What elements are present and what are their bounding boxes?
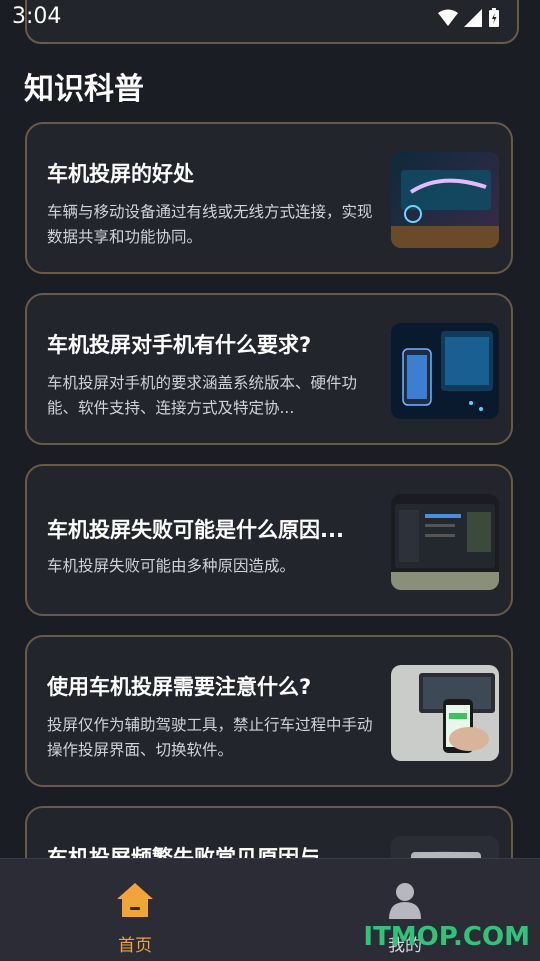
article-card[interactable]: 车机投屏失败可能是什么原因... 车机投屏失败可能由多种原因造成。 (25, 464, 513, 616)
watermark: ITMOP.COM (363, 922, 530, 952)
card-thumbnail (391, 323, 499, 419)
card-description: 车辆与移动设备通过有线或无线方式连接，实现数据共享和功能协同。 (47, 203, 373, 246)
article-card[interactable]: 车机投屏对手机有什么要求? 车机投屏对手机的要求涵盖系统版本、硬件功能、软件支持… (25, 293, 513, 445)
section-title: 知识科普 (24, 72, 144, 107)
article-card[interactable]: 使用车机投屏需要注意什么? 投屏仅作为辅助驾驶工具，禁止行车过程中手动操作投屏界… (25, 635, 513, 787)
signal-icon (464, 9, 482, 27)
status-icons (438, 8, 500, 28)
wifi-icon (438, 9, 458, 26)
status-bar: 3:04 (0, 0, 540, 40)
article-card[interactable]: 车机投屏的好处 车辆与移动设备通过有线或无线方式连接，实现数据共享和功能协同。 (25, 122, 513, 274)
home-icon (117, 883, 153, 917)
card-description: 投屏仅作为辅助驾驶工具，禁止行车过程中手动操作投屏界面、切换软件。 (47, 716, 373, 759)
card-thumbnail (391, 494, 499, 590)
card-title: 车机投屏失败可能是什么原因... (47, 518, 344, 542)
status-time: 3:04 (12, 4, 62, 29)
nav-home[interactable]: 首页 (75, 881, 195, 956)
card-title: 车机投屏对手机有什么要求? (47, 333, 312, 357)
card-title: 使用车机投屏需要注意什么? (47, 675, 312, 699)
card-thumbnail (391, 152, 499, 248)
card-title: 车机投屏的好处 (47, 162, 194, 186)
nav-home-label: 首页 (118, 936, 152, 956)
battery-icon (489, 8, 499, 27)
card-description: 车机投屏对手机的要求涵盖系统版本、硬件功能、软件支持、连接方式及特定协... (47, 374, 358, 417)
profile-icon (389, 883, 421, 919)
card-description: 车机投屏失败可能由多种原因造成。 (47, 557, 296, 575)
card-thumbnail (391, 665, 499, 761)
